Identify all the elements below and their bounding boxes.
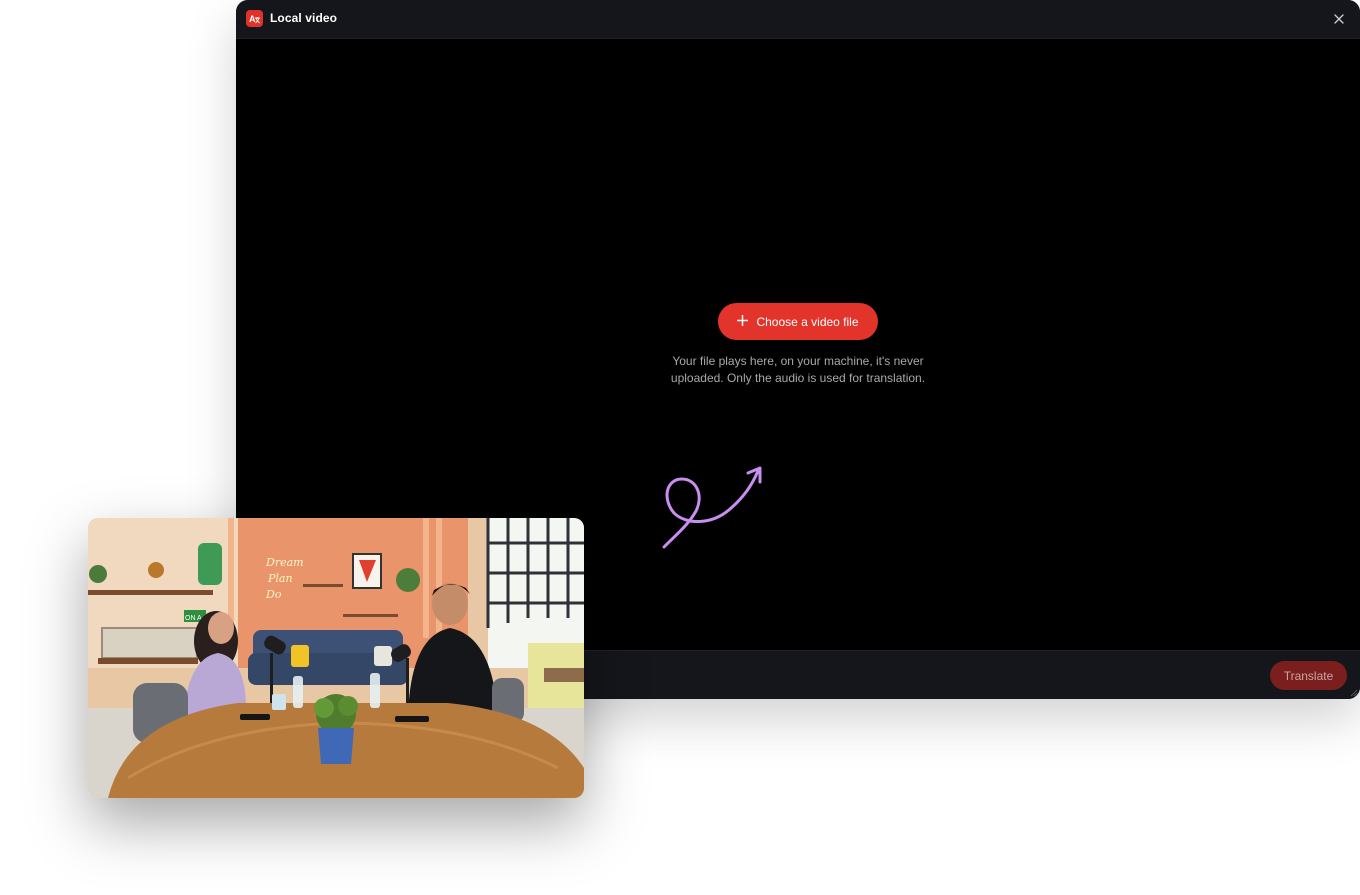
window-title: Local video (270, 11, 338, 25)
neon-sign-line-1: Dream (265, 556, 304, 569)
close-icon (1334, 14, 1344, 24)
helper-line-1: Your file plays here, on your machine, i… (672, 354, 924, 368)
title-bar: A Local video (236, 0, 1360, 39)
curly-arrow-doodle (662, 466, 762, 549)
podcast-scene-image: Dream Plan Do ON A (88, 518, 584, 798)
translate-button[interactable]: Translate (1270, 661, 1347, 690)
choose-video-file-button[interactable]: Choose a video file (718, 303, 878, 340)
plus-icon (737, 314, 749, 330)
stage: A Local video Choose a video file Your f… (0, 0, 1360, 895)
resize-grip-icon[interactable] (1348, 687, 1358, 697)
translate-app-icon: A (246, 10, 263, 27)
close-button[interactable] (1332, 12, 1346, 26)
on-air-sign: ON A (185, 615, 202, 622)
neon-sign-line-2: Plan (267, 572, 293, 585)
choose-video-file-label: Choose a video file (756, 314, 859, 329)
svg-text:A: A (249, 14, 256, 24)
privacy-helper-text: Your file plays here, on your machine, i… (598, 353, 998, 387)
neon-sign-line-3: Do (265, 588, 282, 601)
helper-line-2: uploaded. Only the audio is used for tra… (670, 371, 926, 385)
video-preview-thumbnail: Dream Plan Do ON A (88, 518, 584, 798)
